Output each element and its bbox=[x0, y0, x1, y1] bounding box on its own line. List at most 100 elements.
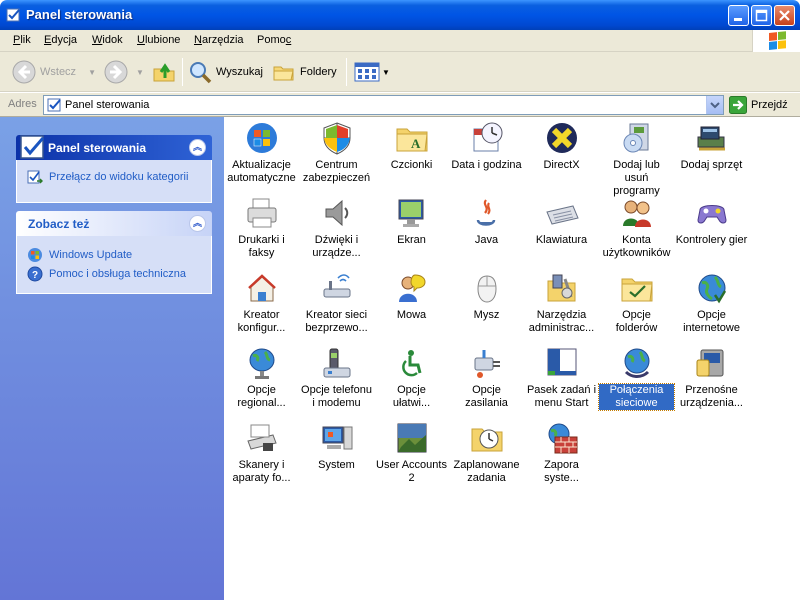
control-panel-item[interactable]: Ekran bbox=[374, 196, 449, 247]
menu-item[interactable]: Plik bbox=[13, 34, 31, 46]
control-panel-item[interactable]: Narzędzia administrac... bbox=[524, 271, 599, 335]
windows-flag-icon bbox=[246, 123, 277, 153]
add-hardware-icon bbox=[697, 126, 725, 151]
control-panel-items: Aktualizacje automatyczne Centrum zabezpiec… bbox=[224, 117, 800, 600]
control-panel-item[interactable]: Kontrolery gier bbox=[674, 196, 749, 247]
collapse-button[interactable]: ︽ bbox=[189, 139, 206, 156]
control-panel-item[interactable]: Skanery i aparaty fo... bbox=[224, 421, 299, 485]
menu-item[interactable]: Narzędzia bbox=[194, 34, 244, 46]
menu-item[interactable]: Ulubione bbox=[137, 34, 180, 46]
control-panel-item[interactable]: Dodaj sprzęt bbox=[674, 121, 749, 172]
control-panel-item[interactable]: Kreator sieci bezprzewo... bbox=[299, 271, 374, 335]
back-arrow-icon bbox=[12, 60, 36, 84]
collapse-button[interactable]: ︽ bbox=[189, 215, 206, 232]
item-label-line: Kreator sieci bbox=[305, 309, 368, 321]
clock-calendar-icon bbox=[473, 122, 502, 152]
folders-button[interactable]: Foldery bbox=[272, 57, 337, 87]
control-panel-item-label: Połączenia sieciowe bbox=[598, 383, 675, 411]
control-panel-item[interactable]: Opcje internetowe bbox=[674, 271, 749, 335]
item-label-line: Zaplanowane bbox=[453, 459, 520, 471]
control-panel-icon bbox=[47, 98, 61, 112]
menu-item[interactable]: Widok bbox=[92, 34, 123, 46]
control-panel-item[interactable]: Zapora syste... bbox=[524, 421, 599, 485]
control-panel-item-label: Pasek zadań i menu Start bbox=[524, 384, 599, 410]
minimize-button[interactable] bbox=[728, 5, 749, 26]
address-label: Adres bbox=[8, 98, 37, 110]
control-panel-item[interactable]: Dodaj lub usuń programy bbox=[599, 121, 674, 198]
help-support-link[interactable]: ? Pomoc i obsługa techniczna bbox=[27, 266, 201, 282]
item-label-line: Ekran bbox=[397, 234, 426, 246]
control-panel-item[interactable]: Kreator konfigur... bbox=[224, 271, 299, 335]
gamepad-icon bbox=[696, 205, 727, 224]
control-panel-item[interactable]: Mysz bbox=[449, 271, 524, 322]
control-panel-item[interactable]: Zaplanowane zadania bbox=[449, 421, 524, 485]
item-label-line: Opcje zasilania bbox=[465, 384, 508, 409]
control-panel-item[interactable]: Data i godzina bbox=[449, 121, 524, 172]
maximize-icon bbox=[755, 9, 768, 22]
views-button[interactable]: ▼ bbox=[354, 57, 390, 87]
fonts-folder-icon: A bbox=[396, 128, 428, 152]
control-panel-item[interactable]: Pasek zadań i menu Start bbox=[524, 346, 599, 410]
views-dropdown-icon[interactable]: ▼ bbox=[382, 68, 390, 77]
item-label-line: Czcionki bbox=[390, 159, 433, 171]
control-panel-item[interactable]: Konta użytkowników bbox=[599, 196, 674, 260]
close-button[interactable] bbox=[774, 5, 795, 26]
control-panel-item[interactable]: System bbox=[299, 421, 374, 472]
control-panel-box-header[interactable]: Panel sterowania ︽ bbox=[16, 135, 212, 160]
item-label-line: Data i godzina bbox=[451, 159, 522, 171]
address-dropdown-button[interactable] bbox=[706, 96, 723, 114]
go-button[interactable]: Przejdź bbox=[729, 95, 788, 115]
control-panel-box: Panel sterowania ︽ Przełącz do widoku ka… bbox=[16, 135, 212, 203]
control-panel-item[interactable]: Dźwięki i urządze... bbox=[299, 196, 374, 260]
control-panel-item[interactable]: Opcje folderów bbox=[599, 271, 674, 335]
control-panel-item[interactable]: Opcje telefonu i modemu bbox=[299, 346, 374, 410]
control-panel-item-label: Mowa bbox=[374, 309, 449, 322]
maximize-button[interactable] bbox=[751, 5, 772, 26]
back-dropdown-icon[interactable]: ▼ bbox=[88, 68, 96, 77]
item-label-line: Opcje telefonu bbox=[301, 384, 372, 396]
control-panel-item-label: Java bbox=[449, 234, 524, 247]
control-panel-item-label: Dźwięki i urządze... bbox=[299, 234, 374, 260]
title-bar[interactable]: Panel sterowania bbox=[0, 0, 800, 30]
address-input[interactable]: Panel sterowania bbox=[43, 95, 724, 115]
speaker-icon bbox=[325, 199, 348, 227]
item-label-line: User Accounts bbox=[376, 459, 447, 471]
control-panel-item[interactable]: Opcje regional... bbox=[224, 346, 299, 410]
control-panel-item[interactable]: Opcje ułatwi... bbox=[374, 346, 449, 410]
control-panel-item[interactable]: Aktualizacje automatyczne bbox=[224, 121, 299, 185]
control-panel-item[interactable]: Przenośne urządzenia... bbox=[674, 346, 749, 410]
forward-button[interactable]: ▼ bbox=[104, 57, 144, 87]
control-panel-item[interactable]: Centrum zabezpieczeń bbox=[299, 121, 374, 185]
accessibility-icon bbox=[396, 348, 427, 378]
search-button[interactable]: Wyszukaj bbox=[188, 57, 263, 87]
forward-dropdown-icon[interactable]: ▼ bbox=[136, 68, 144, 77]
menu-item[interactable]: Edycja bbox=[44, 34, 77, 46]
up-folder-button[interactable] bbox=[152, 57, 176, 87]
windows-flag-icon bbox=[769, 31, 786, 50]
control-panel-item-label: Dodaj sprzęt bbox=[674, 159, 749, 172]
switch-category-view-label: Przełącz do widoku kategorii bbox=[49, 171, 189, 183]
help-icon: ? bbox=[27, 266, 43, 282]
control-panel-item[interactable]: Drukarki i faksy bbox=[224, 196, 299, 260]
control-panel-item[interactable]: DirectX bbox=[524, 121, 599, 172]
control-panel-item[interactable]: User Accounts 2 bbox=[374, 421, 449, 485]
item-label-line: i modemu bbox=[312, 397, 361, 409]
control-panel-item[interactable]: A Czcionki bbox=[374, 121, 449, 172]
back-button[interactable]: Wstecz ▼ bbox=[12, 57, 96, 87]
control-panel-item[interactable]: Opcje zasilania bbox=[449, 346, 524, 410]
control-panel-item[interactable]: Klawiatura bbox=[524, 196, 599, 247]
item-label-line: Przenośne bbox=[685, 384, 738, 396]
control-panel-item[interactable]: Mowa bbox=[374, 271, 449, 322]
go-arrow-icon bbox=[729, 96, 747, 114]
control-panel-item[interactable]: Java bbox=[449, 196, 524, 247]
switch-category-view-link[interactable]: Przełącz do widoku kategorii bbox=[27, 169, 201, 185]
control-panel-item-label: Opcje internetowe bbox=[674, 309, 749, 335]
see-also-box-header[interactable]: Zobacz też ︽ bbox=[16, 211, 212, 236]
item-label-line: Aktualizacje bbox=[232, 159, 291, 171]
menu-item[interactable]: Pomoc bbox=[257, 34, 291, 46]
speech-icon bbox=[398, 274, 426, 302]
windows-update-link[interactable]: Windows Update bbox=[27, 247, 201, 263]
item-label-line: System bbox=[318, 459, 355, 471]
search-icon bbox=[190, 62, 212, 84]
control-panel-item[interactable]: Połączenia sieciowe bbox=[598, 346, 675, 411]
